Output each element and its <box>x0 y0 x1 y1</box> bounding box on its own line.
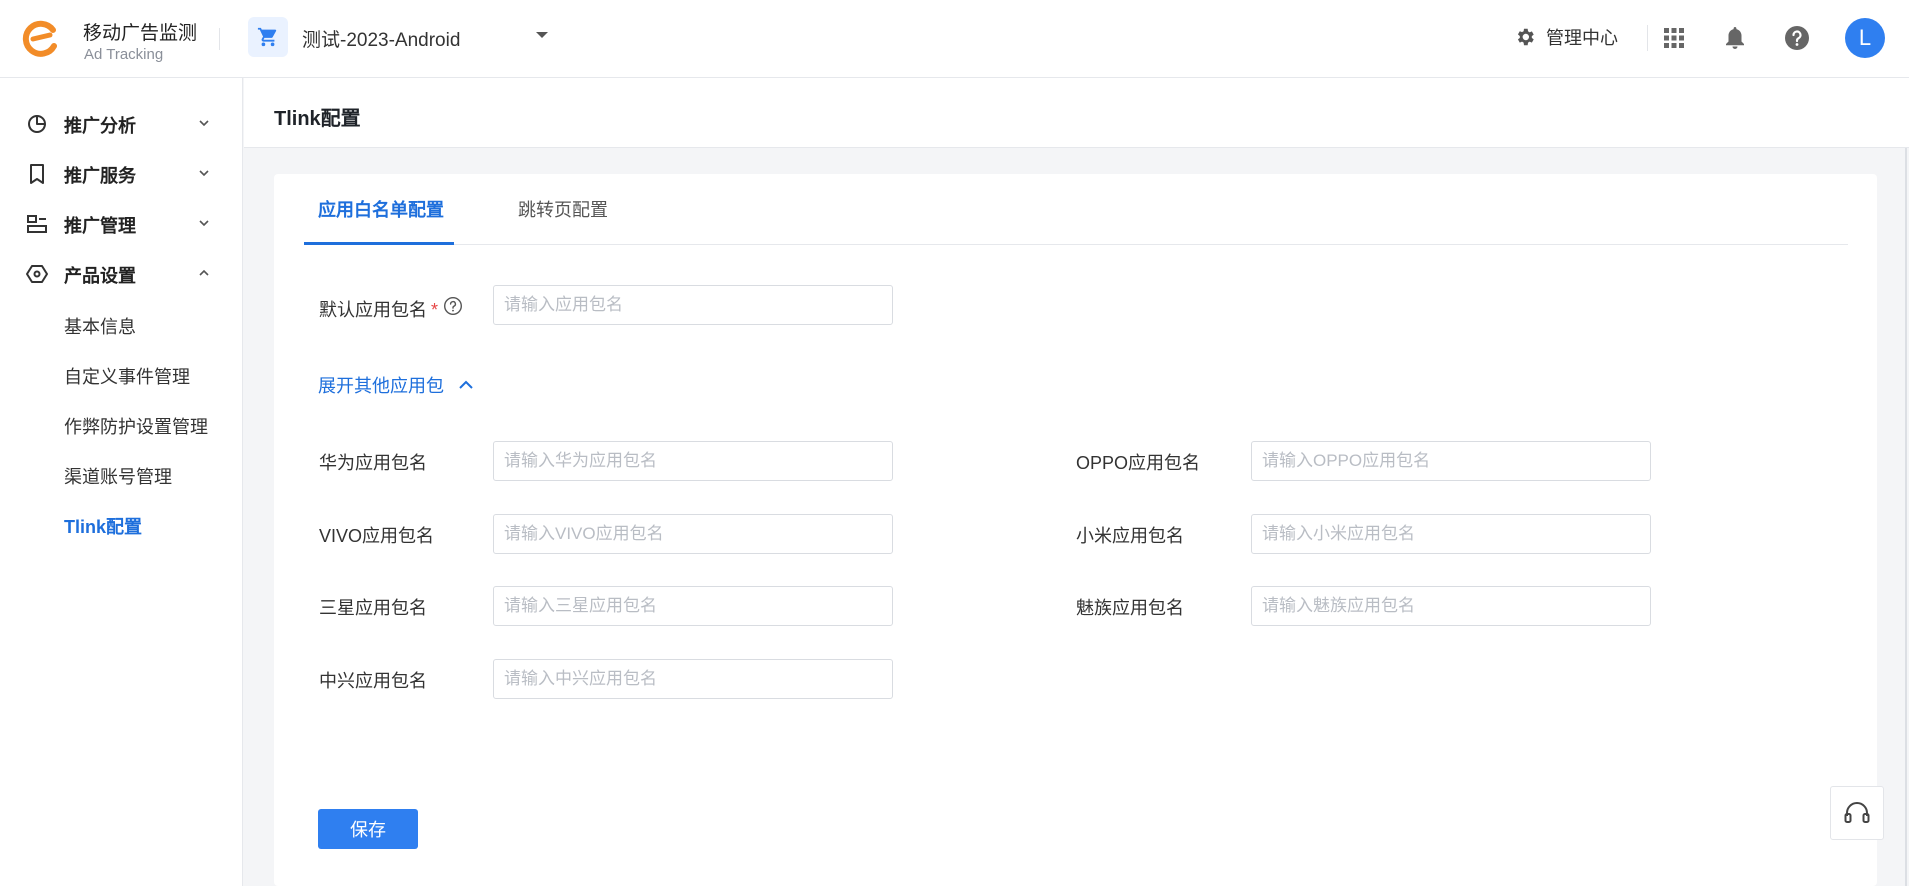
chevron-down-icon <box>199 120 209 127</box>
sidebar-group-label: 推广管理 <box>64 216 136 236</box>
apps-grid-icon[interactable] <box>1660 24 1688 52</box>
default-package-label: 默认应用包名 * <box>319 296 438 322</box>
sidebar-group-label: 产品设置 <box>64 266 136 286</box>
sidebar-item-channel-accounts[interactable]: 渠道账号管理 <box>64 463 172 489</box>
app-icon <box>248 17 288 57</box>
zte-package-label: 中兴应用包名 <box>319 671 427 691</box>
cart-icon <box>257 27 277 47</box>
huawei-package-input[interactable] <box>493 441 893 481</box>
tab-app-whitelist[interactable]: 应用白名单配置 <box>318 196 444 222</box>
sidebar: 推广分析 推广服务 推广管理 产品设置 基本信息 自定义事件管理 作弊防护设置管… <box>0 78 243 886</box>
xiaomi-package-input[interactable] <box>1251 514 1651 554</box>
help-icon[interactable] <box>1783 24 1811 52</box>
sidebar-group-product-settings[interactable]: 产品设置 <box>0 253 243 293</box>
bell-icon[interactable] <box>1721 24 1749 52</box>
sidebar-item-tlink-config[interactable]: Tlink配置 <box>64 513 142 539</box>
caret-down-icon[interactable] <box>535 30 549 40</box>
sidebar-item-anti-fraud[interactable]: 作弊防护设置管理 <box>64 413 208 439</box>
analysis-icon <box>28 115 46 133</box>
tab-divider <box>304 244 1848 245</box>
chevron-up-icon <box>459 380 473 389</box>
required-mark: * <box>431 300 439 320</box>
admin-center-label: 管理中心 <box>1546 28 1618 48</box>
divider <box>1647 25 1648 51</box>
sidebar-group-promotion-service[interactable]: 推广服务 <box>0 153 243 193</box>
sidebar-item-basic-info[interactable]: 基本信息 <box>64 313 136 339</box>
default-package-label-text: 默认应用包名 <box>319 300 427 320</box>
settings-hexagon-icon <box>26 265 48 283</box>
tab-redirect-page[interactable]: 跳转页配置 <box>518 196 608 222</box>
oppo-package-input[interactable] <box>1251 441 1651 481</box>
bookmark-icon <box>30 164 44 184</box>
headset-icon <box>1844 802 1870 823</box>
question-circle-icon[interactable] <box>443 296 463 316</box>
sidebar-group-promotion-analysis[interactable]: 推广分析 <box>0 103 243 143</box>
sidebar-group-label: 推广服务 <box>64 166 136 186</box>
app-selector[interactable]: 测试-2023-Android <box>302 25 460 52</box>
chevron-down-icon <box>199 170 209 177</box>
scrollbar[interactable] <box>1905 148 1907 886</box>
active-tab-indicator <box>304 242 454 245</box>
brand-logo-icon <box>22 20 57 57</box>
meizu-package-input[interactable] <box>1251 586 1651 626</box>
sidebar-group-promotion-management[interactable]: 推广管理 <box>0 203 243 243</box>
customer-service-button[interactable] <box>1830 786 1884 840</box>
page-title: Tlink配置 <box>274 108 361 130</box>
top-bar: 移动广告监测 Ad Tracking 测试-2023-Android 管理中心 <box>0 0 1909 78</box>
samsung-package-input[interactable] <box>493 586 893 626</box>
xiaomi-package-label: 小米应用包名 <box>1076 526 1184 546</box>
zte-package-input[interactable] <box>493 659 893 699</box>
page-header: Tlink配置 <box>244 78 1909 148</box>
samsung-package-label: 三星应用包名 <box>319 598 427 618</box>
manage-icon <box>27 215 47 233</box>
oppo-package-label: OPPO应用包名 <box>1076 453 1201 473</box>
user-avatar[interactable]: L <box>1845 18 1885 58</box>
gear-icon <box>1517 28 1534 46</box>
vivo-package-label: VIVO应用包名 <box>319 526 435 546</box>
huawei-package-label: 华为应用包名 <box>319 453 427 473</box>
expand-label: 展开其他应用包 <box>318 376 444 396</box>
meizu-package-label: 魅族应用包名 <box>1076 598 1184 618</box>
sidebar-item-custom-events[interactable]: 自定义事件管理 <box>64 363 190 389</box>
chevron-down-icon <box>199 220 209 227</box>
content-card: 应用白名单配置 跳转页配置 默认应用包名* 展开其他应用包 华为应用包名 OPP… <box>274 174 1877 886</box>
default-package-input[interactable] <box>493 285 893 325</box>
vivo-package-input[interactable] <box>493 514 893 554</box>
brand-subtitle: Ad Tracking <box>84 46 164 63</box>
divider <box>219 28 220 50</box>
chevron-up-icon <box>199 269 209 276</box>
sidebar-group-label: 推广分析 <box>64 116 136 136</box>
save-button[interactable]: 保存 <box>318 809 418 849</box>
expand-other-packages-toggle[interactable]: 展开其他应用包 <box>318 373 474 397</box>
brand-title: 移动广告监测 <box>83 23 198 44</box>
admin-center-button[interactable]: 管理中心 <box>1514 22 1618 52</box>
